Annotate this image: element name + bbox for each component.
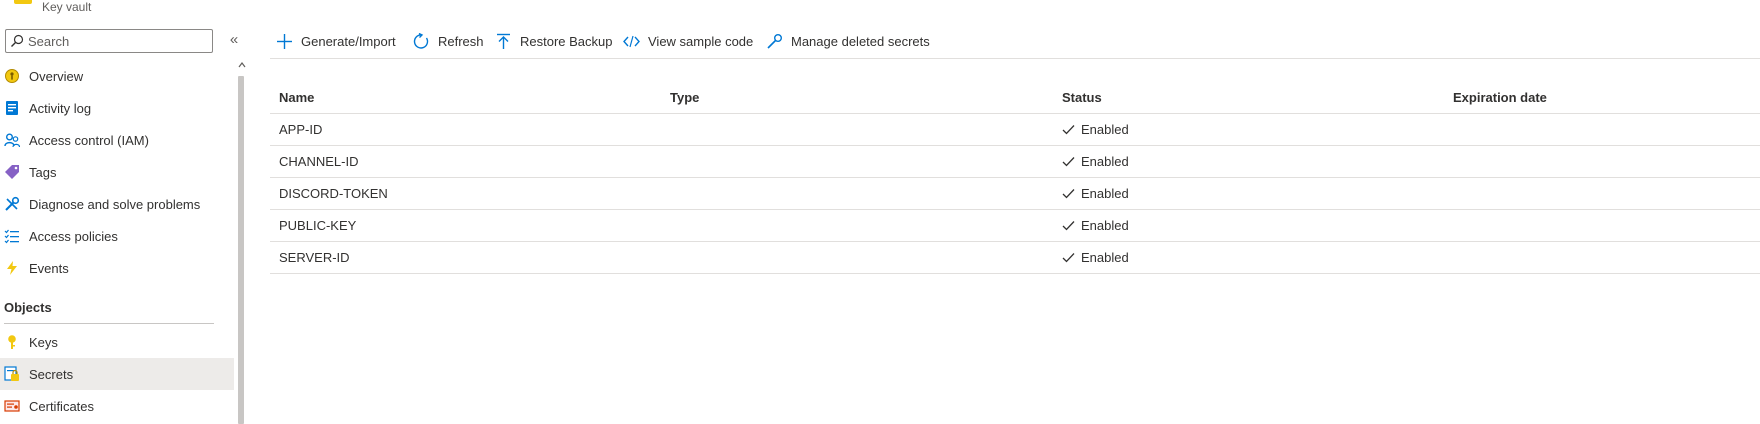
status-label: Enabled xyxy=(1081,218,1129,233)
secret-name[interactable]: SERVER-ID xyxy=(279,250,350,265)
sidebar-item-label: Tags xyxy=(29,164,57,180)
sidebar-item-label: Certificates xyxy=(29,398,95,414)
generate-import-label: Generate/Import xyxy=(301,33,396,49)
column-header-type[interactable]: Type xyxy=(670,90,699,105)
sidebar-item-tags[interactable]: Tags xyxy=(0,156,234,188)
secret-name[interactable]: PUBLIC-KEY xyxy=(279,218,356,233)
generate-import-button[interactable]: Generate/Import xyxy=(276,28,396,54)
sidebar-item-certificates[interactable]: Certificates xyxy=(0,390,234,422)
sidebar-section-objects: Objects xyxy=(4,300,52,315)
section-divider xyxy=(4,323,214,324)
access-policies-icon xyxy=(4,229,19,244)
upload-icon xyxy=(497,33,510,49)
sidebar-item-activity-log[interactable]: Activity log xyxy=(0,92,234,124)
lightning-icon xyxy=(7,261,17,275)
refresh-icon xyxy=(413,32,429,49)
sidebar-item-access-control[interactable]: Access control (IAM) xyxy=(0,124,234,156)
key-icon xyxy=(8,335,16,349)
status-label: Enabled xyxy=(1081,122,1129,137)
table-row[interactable]: PUBLIC-KEY Enabled xyxy=(270,210,1760,242)
table-row[interactable]: SERVER-ID Enabled xyxy=(270,242,1760,274)
secrets-icon xyxy=(4,366,19,381)
secret-status: Enabled xyxy=(1062,250,1129,265)
table-row[interactable]: CHANNEL-ID Enabled xyxy=(270,146,1760,178)
table-header-row: Name Type Status Expiration date xyxy=(270,84,1760,114)
search-icon xyxy=(11,34,24,47)
manage-deleted-secrets-label: Manage deleted secrets xyxy=(791,33,930,49)
sidebar-item-diagnose[interactable]: Diagnose and solve problems xyxy=(0,188,234,220)
secret-name[interactable]: CHANNEL-ID xyxy=(279,154,358,169)
secrets-table: Name Type Status Expiration date APP-ID … xyxy=(270,84,1760,274)
sidebar-scrollbar-thumb[interactable] xyxy=(238,76,244,424)
secret-status: Enabled xyxy=(1062,218,1129,233)
certificate-icon xyxy=(4,400,20,412)
wrench-icon xyxy=(5,196,20,211)
key-vault-logo-icon xyxy=(14,0,32,4)
sidebar-item-label: Activity log xyxy=(29,100,92,116)
checkmark-icon xyxy=(1062,253,1075,263)
activity-log-icon xyxy=(6,101,18,115)
sidebar-item-label: Overview xyxy=(29,68,84,84)
checkmark-icon xyxy=(1062,221,1075,231)
resource-type-subtitle: Key vault xyxy=(42,0,92,14)
sidebar-item-overview[interactable]: Overview xyxy=(0,60,234,92)
sidebar-item-label: Diagnose and solve problems xyxy=(29,196,201,212)
status-label: Enabled xyxy=(1081,154,1129,169)
status-label: Enabled xyxy=(1081,186,1129,201)
sidebar-item-events[interactable]: Events xyxy=(0,252,234,284)
secret-status: Enabled xyxy=(1062,186,1129,201)
restore-backup-label: Restore Backup xyxy=(520,33,613,49)
collapse-sidebar-button[interactable]: « xyxy=(226,32,242,48)
scroll-up-arrow-icon[interactable] xyxy=(238,60,246,70)
refresh-button[interactable]: Refresh xyxy=(413,28,484,54)
refresh-label: Refresh xyxy=(438,33,484,49)
sidebar-item-access-policies[interactable]: Access policies xyxy=(0,220,234,252)
search-input[interactable] xyxy=(28,32,208,50)
column-header-status[interactable]: Status xyxy=(1062,90,1102,105)
restore-backup-button[interactable]: Restore Backup xyxy=(495,28,613,54)
view-sample-code-button[interactable]: View sample code xyxy=(623,28,753,54)
toolbar-divider xyxy=(270,58,1760,59)
checkmark-icon xyxy=(1062,125,1075,135)
sidebar-item-label: Access control (IAM) xyxy=(29,132,149,148)
checkmark-icon xyxy=(1062,189,1075,199)
secret-status: Enabled xyxy=(1062,154,1129,169)
table-row[interactable]: APP-ID Enabled xyxy=(270,114,1760,146)
sidebar-item-label: Secrets xyxy=(29,366,74,382)
sidebar-item-label: Keys xyxy=(29,334,58,350)
key-vault-secrets-page: Key vault « Overview Activity log xyxy=(0,0,1760,424)
column-header-name[interactable]: Name xyxy=(279,90,314,105)
access-control-icon xyxy=(4,133,20,148)
tag-icon xyxy=(5,165,19,179)
status-label: Enabled xyxy=(1081,250,1129,265)
sidebar-item-secrets[interactable]: Secrets xyxy=(0,358,234,390)
checkmark-icon xyxy=(1062,157,1075,167)
code-icon xyxy=(623,35,640,47)
secret-name[interactable]: APP-ID xyxy=(279,122,322,137)
table-row[interactable]: DISCORD-TOKEN Enabled xyxy=(270,178,1760,210)
sidebar-search[interactable] xyxy=(5,29,213,53)
overview-icon xyxy=(5,69,19,83)
plus-icon xyxy=(277,33,292,49)
manage-deleted-secrets-button[interactable]: Manage deleted secrets xyxy=(766,28,930,54)
sidebar-item-keys[interactable]: Keys xyxy=(0,326,234,358)
column-header-expiration-date[interactable]: Expiration date xyxy=(1453,90,1547,105)
secret-name[interactable]: DISCORD-TOKEN xyxy=(279,186,388,201)
secret-status: Enabled xyxy=(1062,122,1129,137)
sidebar-item-label: Events xyxy=(29,260,69,276)
view-sample-code-label: View sample code xyxy=(648,33,754,49)
wrench-icon xyxy=(767,33,782,49)
sidebar-item-label: Access policies xyxy=(29,228,118,244)
